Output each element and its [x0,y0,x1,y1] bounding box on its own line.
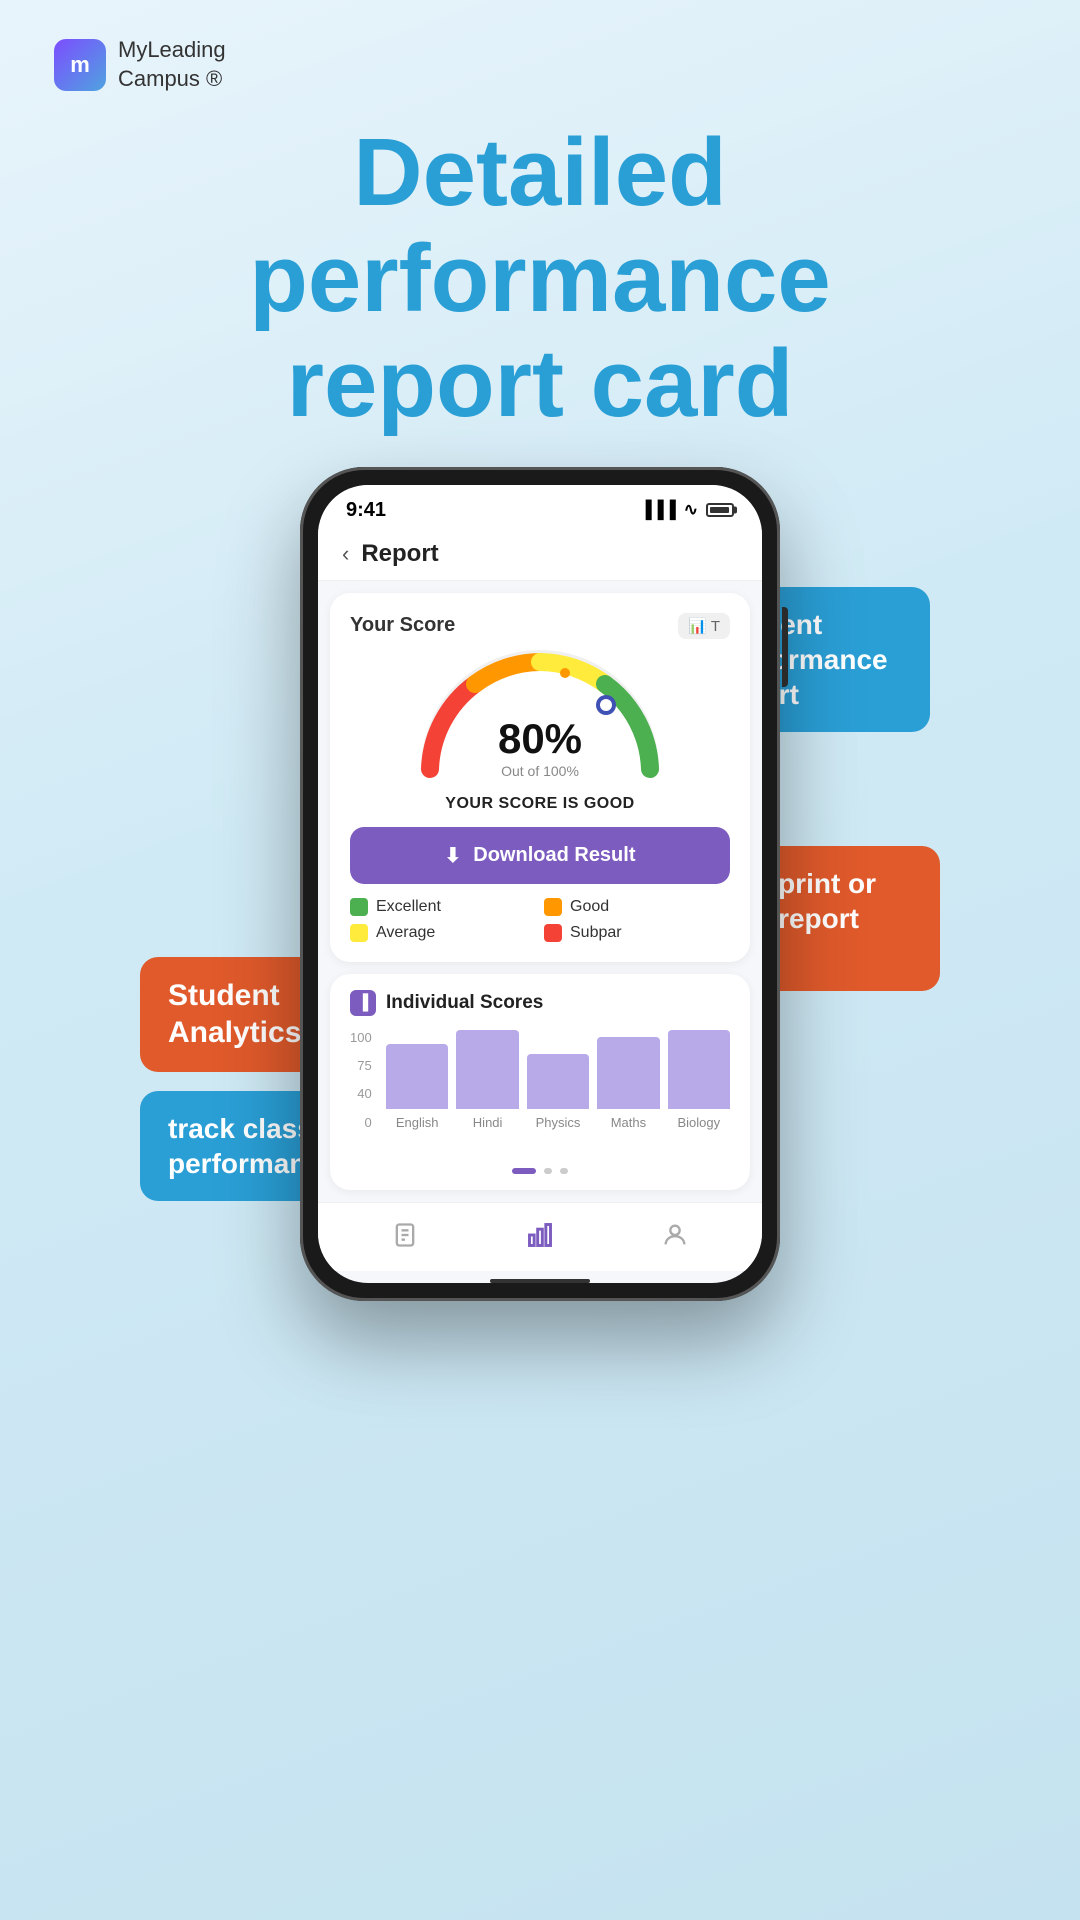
score-card-header: Your Score 📊 T [350,613,730,639]
phone-outer-wrap: Student performance report Student Analy… [160,467,920,1301]
legend-dot-excellent [350,898,368,916]
gauge-message: YOUR SCORE IS GOOD [350,795,730,813]
logo-area: m MyLeading Campus ® [54,36,226,93]
bar-biology [668,1030,730,1109]
bar-hindi [456,1030,518,1109]
chart-y-labels: 100 75 40 0 [350,1030,378,1130]
legend-average: Average [350,924,536,942]
status-bar: 9:41 ▐▐▐ ∿ [318,485,762,530]
nav-icon-report[interactable] [387,1217,423,1253]
phone-screen: 9:41 ▐▐▐ ∿ ‹ Report [318,485,762,1283]
status-time: 9:41 [346,499,386,522]
bar-group-biology: Biology [668,1030,730,1130]
bar-english [386,1044,448,1109]
status-icons: ▐▐▐ ∿ [640,500,734,520]
download-result-button[interactable]: ⬇ Download Result [350,827,730,884]
pagination-dots [350,1160,730,1174]
battery-icon [706,503,734,517]
score-tab-btn[interactable]: 📊 T [678,613,730,639]
legend-excellent: Excellent [350,898,536,916]
gauge-percent: 80% [498,715,582,763]
app-navbar: ‹ Report [318,530,762,581]
logo-icon: m [54,39,106,91]
bar-maths [597,1037,659,1109]
phone-wrapper: 9:41 ▐▐▐ ∿ ‹ Report [200,467,880,1301]
bar-group-hindi: Hindi [456,1030,518,1130]
home-indicator [490,1279,590,1283]
bar-group-physics: Physics [527,1030,589,1130]
wifi-icon: ∿ [684,500,698,520]
individual-scores-section: ▐ Individual Scores 100 75 40 0 [330,974,750,1190]
logo-text: MyLeading Campus ® [118,36,226,93]
bar-chart: 100 75 40 0 English H [350,1030,730,1160]
back-button[interactable]: ‹ [342,541,349,567]
navbar-title: Report [361,540,438,568]
score-label: Your Score [350,614,455,637]
legend: Excellent Good Average Subpar [350,894,730,946]
bar-group-english: English [386,1030,448,1130]
bars-area: English Hindi Physics [386,1030,730,1130]
section-title: Individual Scores [386,992,543,1014]
score-card: Your Score 📊 T [330,593,750,962]
nav-icon-analytics[interactable] [522,1217,558,1253]
legend-dot-subpar [544,924,562,942]
gauge-container: 80% Out of 100% [410,649,670,789]
legend-good: Good [544,898,730,916]
bottom-nav [318,1202,762,1271]
download-icon: ⬇ [445,843,462,868]
gauge-center-text: 80% Out of 100% [498,715,582,779]
legend-dot-good [544,898,562,916]
signal-icon: ▐▐▐ [640,500,676,520]
section-icon: ▐ [350,990,376,1016]
section-header: ▐ Individual Scores [350,990,730,1016]
bar-physics [527,1054,589,1109]
legend-dot-average [350,924,368,942]
legend-subpar: Subpar [544,924,730,942]
nav-icon-profile[interactable] [657,1217,693,1253]
phone-shell: 9:41 ▐▐▐ ∿ ‹ Report [300,467,780,1301]
bar-group-maths: Maths [597,1030,659,1130]
gauge-outof: Out of 100% [498,763,582,779]
